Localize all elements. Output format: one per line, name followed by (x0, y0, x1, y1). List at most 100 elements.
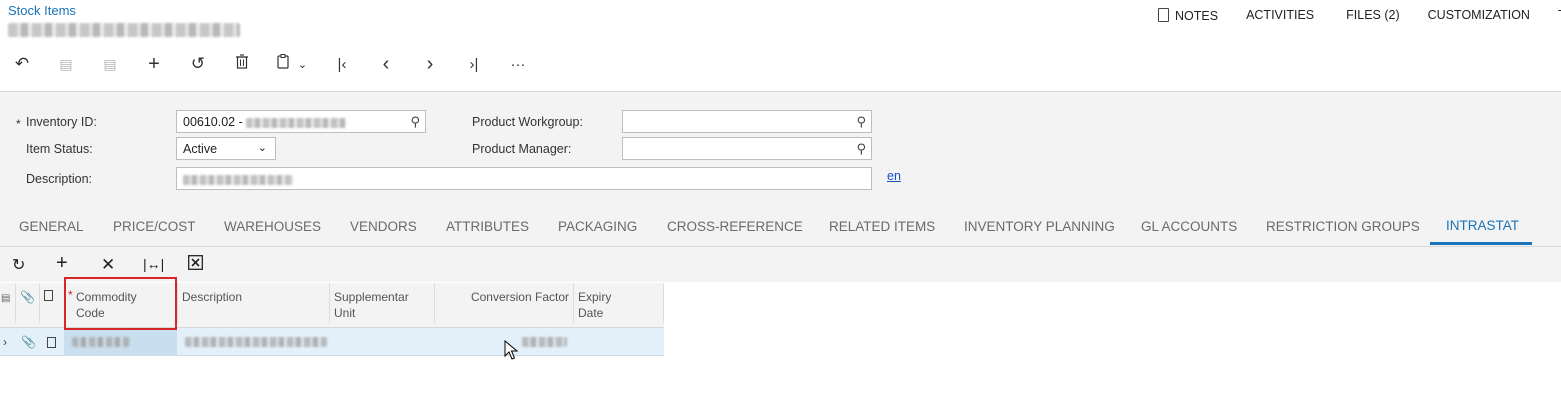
expiry-date-header[interactable]: Expiry Date (573, 283, 664, 323)
export-excel-button[interactable] (188, 255, 203, 275)
delete-row-button[interactable]: ✕ (101, 255, 115, 275)
save-close-icon: ▤ (59, 55, 73, 72)
add-row-button[interactable]: + (56, 252, 68, 275)
back-button[interactable]: ↶ (0, 52, 44, 76)
description-label: Description: (26, 172, 92, 186)
last-icon: ›| (469, 55, 479, 73)
product-workgroup-input[interactable]: ⚲ (622, 110, 872, 133)
redacted-text (72, 337, 130, 347)
note-icon (1158, 8, 1169, 22)
inventory-id-input[interactable]: 00610.02 - ⚲ (176, 110, 426, 133)
attachment-header: 📎 (15, 283, 39, 323)
description-cell[interactable] (185, 328, 327, 356)
tab-gl-accounts[interactable]: GL ACCOUNTS (1141, 219, 1237, 234)
tab-intrastat[interactable]: INTRASTAT (1446, 218, 1519, 233)
chevron-down-icon: ⌄ (297, 58, 308, 71)
customization-link[interactable]: CUSTOMIZATION (1428, 8, 1530, 23)
note-header (39, 283, 64, 323)
top-links: NOTES ACTIVITIES FILES (2) CUSTOMIZATION… (1158, 8, 1561, 23)
tab-inventory-planning[interactable]: INVENTORY PLANNING (964, 219, 1115, 234)
language-link[interactable]: en (887, 169, 901, 183)
table-row[interactable]: › 📎 (0, 328, 664, 356)
refresh-button[interactable]: ↻ (12, 255, 25, 275)
screen-title[interactable]: Stock Items (8, 3, 76, 18)
first-icon: |‹ (337, 55, 347, 73)
more-button[interactable]: ··· (496, 52, 540, 76)
chevron-down-icon: ⌄ (257, 142, 267, 154)
summary-form: * Inventory ID: 00610.02 - ⚲ Product Wor… (0, 92, 1561, 202)
conversion-factor-header[interactable]: Conversion Factor (434, 283, 573, 323)
description-header[interactable]: Description (177, 283, 329, 323)
tab-general[interactable]: GENERAL (19, 219, 84, 234)
table-icon: ▤ (1, 293, 11, 304)
tab-bar: GENERAL PRICE/COST WAREHOUSES VENDORS AT… (0, 202, 1561, 246)
undo-icon: ↺ (190, 54, 206, 73)
search-icon[interactable]: ⚲ (856, 141, 866, 157)
product-workgroup-label: Product Workgroup: (472, 115, 583, 129)
redacted-text (185, 337, 327, 347)
tab-related-items[interactable]: RELATED ITEMS (829, 219, 935, 234)
save-button[interactable]: ▤ (88, 52, 132, 76)
record-title-redacted (8, 23, 240, 37)
fit-width-icon: |↔| (143, 256, 165, 272)
note-icon (44, 290, 53, 301)
note-icon[interactable] (47, 328, 56, 356)
grid-toolbar: ↻ + ✕ |↔| (0, 247, 1561, 282)
next-record-button[interactable]: › (408, 52, 452, 76)
item-status-select[interactable]: Active ⌄ (176, 137, 276, 160)
main-toolbar: ↶ ▤ ▤ + ↺ ⌄ |‹ ‹ › ›| ··· (0, 52, 540, 76)
tab-attributes[interactable]: ATTRIBUTES (446, 219, 529, 234)
required-marker: * (16, 117, 21, 131)
paperclip-icon: 📎 (20, 290, 35, 304)
redacted-text (522, 337, 567, 347)
refresh-icon: ↻ (12, 257, 26, 274)
mouse-cursor-icon (504, 339, 519, 363)
save-icon: ▤ (103, 55, 117, 72)
ellipsis-icon: ··· (510, 55, 526, 73)
chevron-left-icon: ‹ (382, 52, 390, 75)
redacted-text (183, 174, 293, 185)
paperclip-icon[interactable]: 📎 (21, 328, 36, 356)
last-record-button[interactable]: ›| (452, 52, 496, 76)
first-record-button[interactable]: |‹ (320, 52, 364, 76)
commodity-code-highlight-box (64, 277, 177, 330)
description-input[interactable] (176, 167, 872, 190)
prev-record-button[interactable]: ‹ (364, 52, 408, 76)
tab-price-cost[interactable]: PRICE/COST (113, 219, 196, 234)
search-icon[interactable]: ⚲ (856, 114, 866, 130)
back-arrow-icon: ↶ (14, 54, 30, 73)
search-icon[interactable]: ⚲ (410, 114, 420, 130)
tab-restriction-groups[interactable]: RESTRICTION GROUPS (1266, 219, 1420, 234)
redacted-text (246, 117, 347, 128)
product-manager-input[interactable]: ⚲ (622, 137, 872, 160)
item-status-label: Item Status: (26, 142, 93, 156)
row-expand-chevron-icon[interactable]: › (3, 328, 7, 356)
delete-button[interactable] (220, 52, 264, 76)
tab-packaging[interactable]: PACKAGING (558, 219, 637, 234)
trash-icon (236, 54, 248, 74)
commodity-code-cell[interactable] (64, 328, 177, 356)
row-selector-header[interactable]: ▤ (0, 283, 15, 323)
add-button[interactable]: + (132, 52, 176, 76)
conversion-factor-cell[interactable] (522, 328, 567, 356)
files-link[interactable]: FILES (2) (1346, 8, 1400, 23)
active-tab-indicator (1430, 242, 1532, 245)
tab-vendors[interactable]: VENDORS (350, 219, 417, 234)
header-area: Stock Items NOTES ACTIVITIES FILES (2) C… (0, 0, 1561, 92)
copy-paste-button[interactable]: ⌄ (264, 52, 320, 76)
cancel-button[interactable]: ↺ (176, 52, 220, 76)
excel-icon (188, 255, 203, 274)
clipboard-icon (277, 54, 290, 74)
fit-columns-button[interactable]: |↔| (143, 256, 164, 272)
save-close-button[interactable]: ▤ (44, 52, 88, 76)
activities-link[interactable]: ACTIVITIES (1246, 8, 1314, 23)
tab-cross-reference[interactable]: CROSS-REFERENCE (667, 219, 803, 234)
plus-icon: + (148, 52, 160, 75)
plus-icon: + (56, 252, 68, 274)
supplementary-unit-header[interactable]: Supplementar Unit (329, 283, 434, 323)
inventory-id-label: Inventory ID: (26, 115, 97, 129)
chevron-right-icon: › (426, 52, 434, 75)
close-icon: ✕ (101, 255, 116, 274)
tab-warehouses[interactable]: WAREHOUSES (224, 219, 321, 234)
notes-link[interactable]: NOTES (1158, 8, 1218, 23)
